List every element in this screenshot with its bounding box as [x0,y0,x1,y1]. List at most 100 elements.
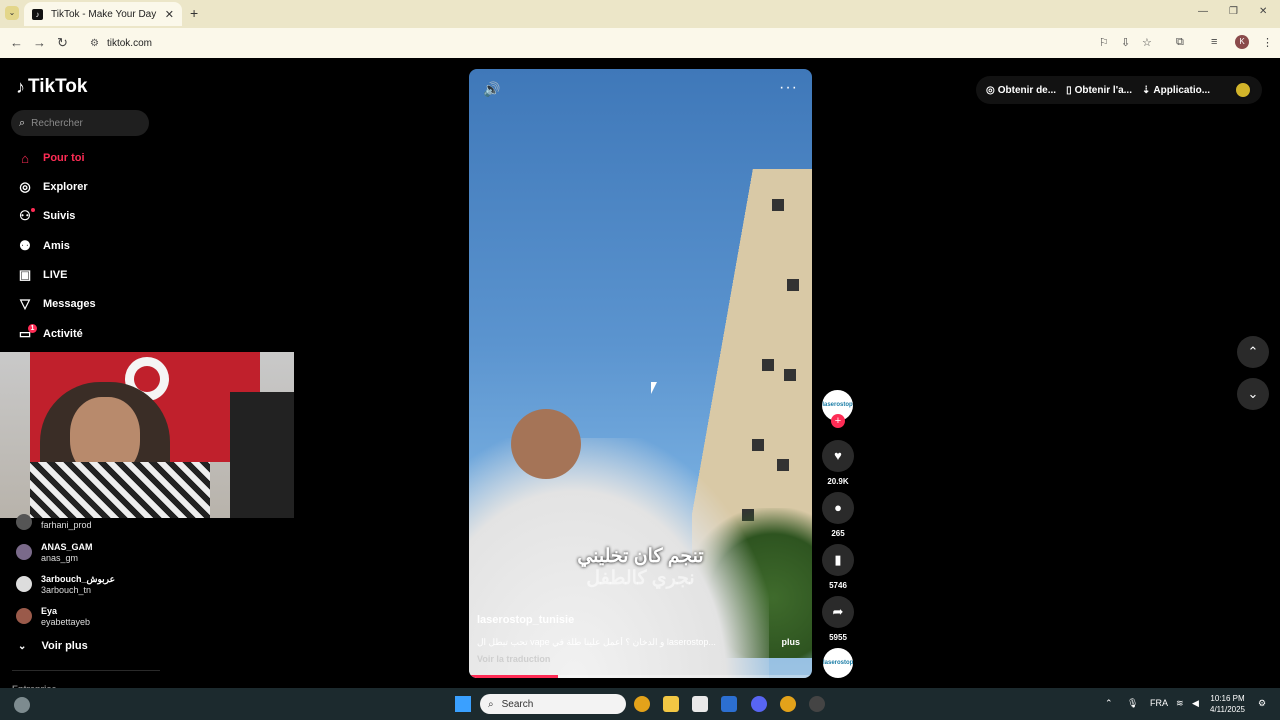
install-app-icon[interactable]: ⇩ [1121,36,1130,49]
comment-count: 265 [831,529,845,538]
desktop-app-button[interactable]: ⇣ Applicatio... [1142,85,1210,96]
tab-list-chevron-icon[interactable]: ⌄ [5,6,19,20]
back-icon[interactable]: ← [10,35,23,50]
weather-icon[interactable] [14,697,30,713]
bookmark-star-icon[interactable]: ☆ [1142,36,1152,49]
divider [12,670,160,671]
obs-app-icon[interactable] [809,696,825,712]
share-icon: ➦ [832,604,844,619]
music-disc[interactable]: laserostop [823,648,853,678]
url-text: tiktok.com [106,37,152,49]
browser-menu-icon[interactable]: ⋮ [1262,36,1273,49]
reload-icon[interactable]: ↻ [57,35,68,51]
following-handle: eyabettayeb [41,617,91,627]
mail-app-icon[interactable] [721,696,737,712]
search-input[interactable]: ⌕ Rechercher [11,110,149,136]
following-item[interactable]: ANAS_GAM anas_gm [16,542,93,564]
download-icon: ⇣ [1141,84,1151,96]
avatar [16,514,32,530]
language-indicator[interactable]: FRA [1150,698,1168,708]
gaming-chair [230,392,294,518]
see-translation-link[interactable]: Voir la traduction [477,654,550,664]
save-count: 5746 [829,581,847,590]
user-avatar[interactable] [1234,81,1252,99]
avatar [16,608,32,624]
home-icon: ⌂ [21,150,29,166]
tray-overflow-icon[interactable]: ⌃ [1105,698,1113,709]
wifi-icon[interactable]: ≋ [1176,698,1184,709]
address-bar[interactable]: ⚙ tiktok.com [82,32,1092,54]
avatar [16,544,32,560]
following-item[interactable]: farhani_prod [16,514,92,531]
browser-tab[interactable]: ♪ TikTok - Make Your Day ✕ [24,2,182,26]
tiktok-icon: ♪ [32,8,43,20]
clock-date: 4/11/2025 [1210,705,1245,714]
caption-more-button[interactable]: plus [781,637,800,647]
video-progress-bar[interactable] [469,675,812,678]
search-placeholder: Rechercher [31,117,83,129]
browser-profile-avatar[interactable]: K [1235,35,1249,49]
follow-plus-icon[interactable]: + [831,414,845,428]
sidebar-item-messages[interactable]: ▽ Messages [16,293,96,315]
video-subtitle-line2: نجري كالطفل [586,568,695,589]
file-explorer-icon[interactable] [663,696,679,712]
sidebar-item-pour-toi[interactable]: ⌂ Pour toi [16,147,85,169]
comment-button[interactable]: ● [822,492,854,524]
window-close-icon[interactable]: ✕ [1259,6,1267,17]
video-author[interactable]: laserostop_tunisie [477,614,574,626]
volume-icon[interactable]: 🔊 [483,81,500,98]
sidebar-item-activite[interactable]: ▭ 1 Activité [16,323,83,345]
extensions-icon[interactable]: ⧉ [1176,36,1184,49]
speaker-icon[interactable]: ◀ [1192,698,1199,709]
new-tab-icon[interactable]: + [190,5,198,21]
following-item[interactable]: 3arbouch_عربوش 3arbouch_tn [16,574,115,596]
video-caption: تحب تبطل ال vape و الدخان ؟ أعمل علينا ط… [477,637,716,647]
get-coins-button[interactable]: ◎ Obtenir de... [986,85,1056,96]
sidebar-item-amis[interactable]: ⚉ Amis [16,235,70,257]
tiktok-logo[interactable]: ♪ TikTok [16,76,87,98]
following-name: ANAS_GAM [41,542,93,552]
store-app-icon[interactable] [692,696,708,712]
share-button[interactable]: ➦ [822,596,854,628]
system-clock[interactable]: 10:16 PM 4/11/2025 [1210,693,1245,715]
like-button[interactable]: ♥ [822,440,854,472]
following-name: Eya [41,606,58,616]
reading-list-icon[interactable]: ≡ [1211,36,1217,48]
sidebar-item-explorer[interactable]: ◎ Explorer [16,176,87,198]
discord-app-icon[interactable] [751,696,767,712]
top-actions-bar: ◎ Obtenir de... ▯ Obtenir l'a... ⇣ Applicat… [976,76,1262,104]
following-handle: anas_gm [41,553,79,563]
taskbar-search-label: Search [501,698,534,710]
sidebar-item-label: Suivis [43,210,76,222]
share-count: 5955 [829,633,847,642]
windows-start-icon[interactable] [455,696,471,712]
sidebar-item-label: LIVE [43,269,68,281]
forward-icon[interactable]: → [33,35,46,50]
clock-time: 10:16 PM [1210,694,1245,703]
microphone-icon[interactable]: 🎙 [1127,698,1138,709]
video-player[interactable]: 🔊 ··· تنجم كان تخليني نجري كالطفل lasero… [469,69,812,678]
live-icon: ▣ [18,267,32,282]
minimize-icon[interactable]: — [1198,6,1208,17]
chrome-app-icon[interactable] [634,696,650,712]
streamer-shirt [30,462,210,518]
translate-icon[interactable]: ⚐ [1099,36,1109,49]
get-app-button[interactable]: ▯ Obtenir l'a... [1066,85,1132,96]
taskbar-search[interactable]: ⌕ Search [480,694,626,714]
next-video-button[interactable]: ⌄ [1237,378,1269,410]
see-more-button[interactable]: ⌄ Voir plus [18,640,88,652]
webcam-overlay [0,352,294,518]
save-button[interactable]: ▮ [822,544,854,576]
sidebar-item-live[interactable]: ▣ LIVE [16,264,68,286]
previous-video-button[interactable]: ⌃ [1237,336,1269,368]
friends-icon: ⚉ [19,238,31,253]
more-options-icon[interactable]: ··· [779,79,798,97]
coin-icon: ◎ [986,84,995,96]
close-tab-icon[interactable]: ✕ [165,8,174,21]
following-item[interactable]: Eya eyabettayeb [16,606,90,628]
site-info-icon[interactable]: ⚙ [90,38,99,49]
notification-icon[interactable]: ⚙ [1258,698,1266,709]
chrome-active-app-icon[interactable] [780,696,796,712]
sidebar-item-suivis[interactable]: ⚇ Suivis [16,205,75,227]
maximize-icon[interactable]: ❐ [1229,6,1238,17]
